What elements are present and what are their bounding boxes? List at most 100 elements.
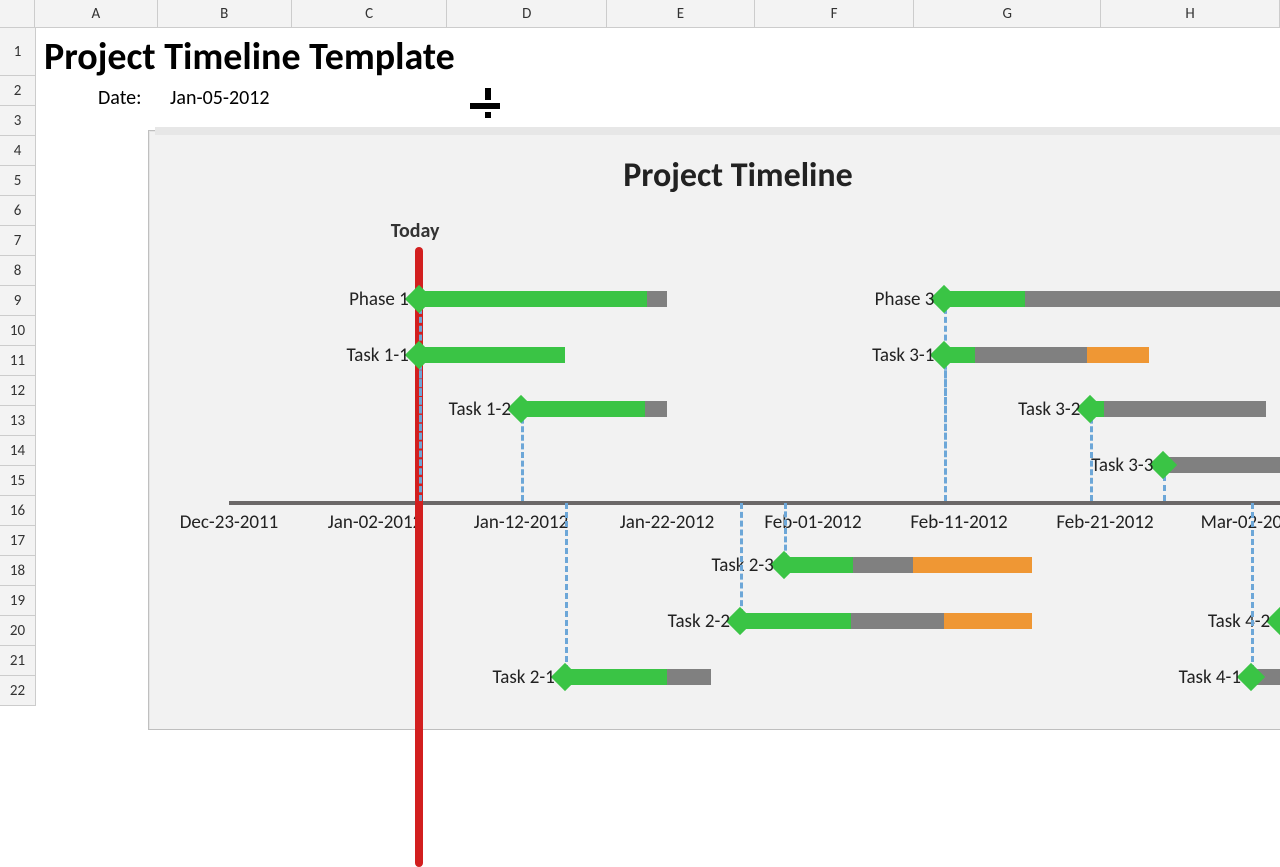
bar-overrun: [913, 557, 1032, 573]
row-header[interactable]: 3: [0, 106, 36, 136]
row-header[interactable]: 15: [0, 466, 36, 496]
row-header[interactable]: 5: [0, 166, 36, 196]
row-header[interactable]: 12: [0, 376, 36, 406]
row-header[interactable]: 14: [0, 436, 36, 466]
start-diamond-icon: [930, 285, 958, 313]
drop-line: [521, 409, 524, 501]
bar-complete: [565, 669, 667, 685]
start-diamond-icon: [507, 395, 535, 423]
bar-complete: [419, 347, 565, 363]
bar-total: [1090, 401, 1265, 417]
row-header[interactable]: 8: [0, 256, 36, 286]
row-header[interactable]: 13: [0, 406, 36, 436]
row-header[interactable]: 16: [0, 496, 36, 526]
bar-label: Task 4-1: [1179, 666, 1241, 689]
select-all-corner[interactable]: [0, 0, 35, 28]
row-header[interactable]: 19: [0, 586, 36, 616]
start-diamond-icon: [405, 341, 433, 369]
row-header[interactable]: 10: [0, 316, 36, 346]
date-value: Jan-05-2012: [170, 86, 270, 110]
gantt-bar[interactable]: Task 2-2: [740, 613, 1032, 629]
bar-label: Phase 3: [875, 288, 935, 311]
gantt-bar[interactable]: Task 1-1: [419, 347, 565, 363]
bar-overrun: [944, 613, 1032, 629]
x-tick-label: Jan-22-2012: [620, 511, 715, 534]
column-header[interactable]: H: [1101, 0, 1280, 28]
gantt-bar[interactable]: Task 2-3: [784, 557, 1032, 573]
row-header-column: 12345678910111213141516171819202122: [0, 28, 36, 720]
column-header[interactable]: F: [755, 0, 915, 28]
page-title: Project Timeline Template: [44, 34, 455, 80]
x-tick-label: Dec-23-2011: [180, 511, 279, 534]
column-header[interactable]: B: [158, 0, 292, 28]
start-diamond-icon: [930, 341, 958, 369]
start-diamond-icon: [770, 551, 798, 579]
start-diamond-icon: [726, 607, 754, 635]
column-header-row: ABCDEFGH: [0, 0, 1280, 28]
bar-label: Task 3-3: [1091, 454, 1153, 477]
bar-complete: [521, 401, 645, 417]
row-header[interactable]: 1: [0, 28, 36, 76]
gantt-bar[interactable]: Phase 3: [944, 291, 1280, 307]
column-header[interactable]: A: [35, 0, 158, 28]
gantt-bar[interactable]: Task 3-2: [1090, 401, 1265, 417]
bar-total: [1163, 457, 1280, 473]
gantt-bar[interactable]: Task 1-2: [521, 401, 667, 417]
drop-line: [565, 503, 568, 671]
chart-title: Project Timeline: [149, 155, 1280, 196]
bar-label: Task 2-1: [492, 666, 554, 689]
bar-label: Task 1-1: [346, 344, 408, 367]
bar-complete: [419, 291, 647, 307]
row-header[interactable]: 21: [0, 646, 36, 676]
x-tick-label: Jan-12-2012: [474, 511, 569, 534]
start-diamond-icon: [551, 663, 579, 691]
drop-line: [419, 355, 422, 501]
row-header[interactable]: 20: [0, 616, 36, 646]
start-diamond-icon: [1149, 451, 1177, 479]
column-header[interactable]: C: [292, 0, 448, 28]
chart-plot-area: Dec-23-2011Jan-02-2012Jan-12-2012Jan-22-…: [229, 211, 1280, 709]
bar-label: Phase 1: [349, 288, 409, 311]
bar-label: Task 2-2: [668, 610, 730, 633]
drop-line: [740, 503, 743, 615]
x-tick-label: Jan-02-2012: [328, 511, 423, 534]
x-tick-label: Feb-11-2012: [910, 511, 1007, 534]
row-header[interactable]: 9: [0, 286, 36, 316]
column-header[interactable]: G: [914, 0, 1101, 28]
gantt-bar[interactable]: Task 2-1: [565, 669, 711, 685]
column-header[interactable]: E: [607, 0, 755, 28]
bar-label: Task 4-2: [1208, 610, 1270, 633]
row-header[interactable]: 6: [0, 196, 36, 226]
x-tick-label: Mar-02-2012: [1201, 511, 1280, 534]
project-timeline-chart[interactable]: Project Timeline Dec-23-2011 Jan-02-2012 J…: [148, 130, 1280, 730]
gantt-bar[interactable]: Task 4-1: [1251, 669, 1280, 685]
drop-line: [944, 355, 947, 501]
row-header[interactable]: 7: [0, 226, 36, 256]
row-header[interactable]: 11: [0, 346, 36, 376]
bar-label: Task 3-2: [1018, 398, 1080, 421]
gantt-bar[interactable]: Phase 1: [419, 291, 667, 307]
gantt-bar[interactable]: Task 3-3: [1163, 457, 1280, 473]
start-diamond-icon: [1237, 663, 1265, 691]
today-label: Today: [391, 219, 440, 243]
row-header[interactable]: 17: [0, 526, 36, 556]
row-header[interactable]: 18: [0, 556, 36, 586]
bar-label: Task 1-2: [449, 398, 511, 421]
row-header[interactable]: 2: [0, 76, 36, 106]
spreadsheet-grid[interactable]: ABCDEFGH 1234567891011121314151617181920…: [0, 0, 1280, 720]
date-label: Date:: [98, 86, 142, 110]
bar-label: Task 3-1: [872, 344, 934, 367]
drop-line: [1251, 503, 1254, 671]
row-header[interactable]: 4: [0, 136, 36, 166]
gantt-bar[interactable]: Task 3-1: [944, 347, 1148, 363]
row-header[interactable]: 22: [0, 676, 36, 706]
x-tick-label: Feb-01-2012: [764, 511, 861, 534]
column-header[interactable]: D: [447, 0, 607, 28]
start-diamond-icon: [1076, 395, 1104, 423]
x-tick-label: Feb-21-2012: [1056, 511, 1153, 534]
bar-overrun: [1087, 347, 1148, 363]
bar-complete: [740, 613, 851, 629]
start-diamond-icon: [405, 285, 433, 313]
x-axis: [229, 501, 1280, 505]
cell-cursor-icon: [470, 88, 500, 118]
